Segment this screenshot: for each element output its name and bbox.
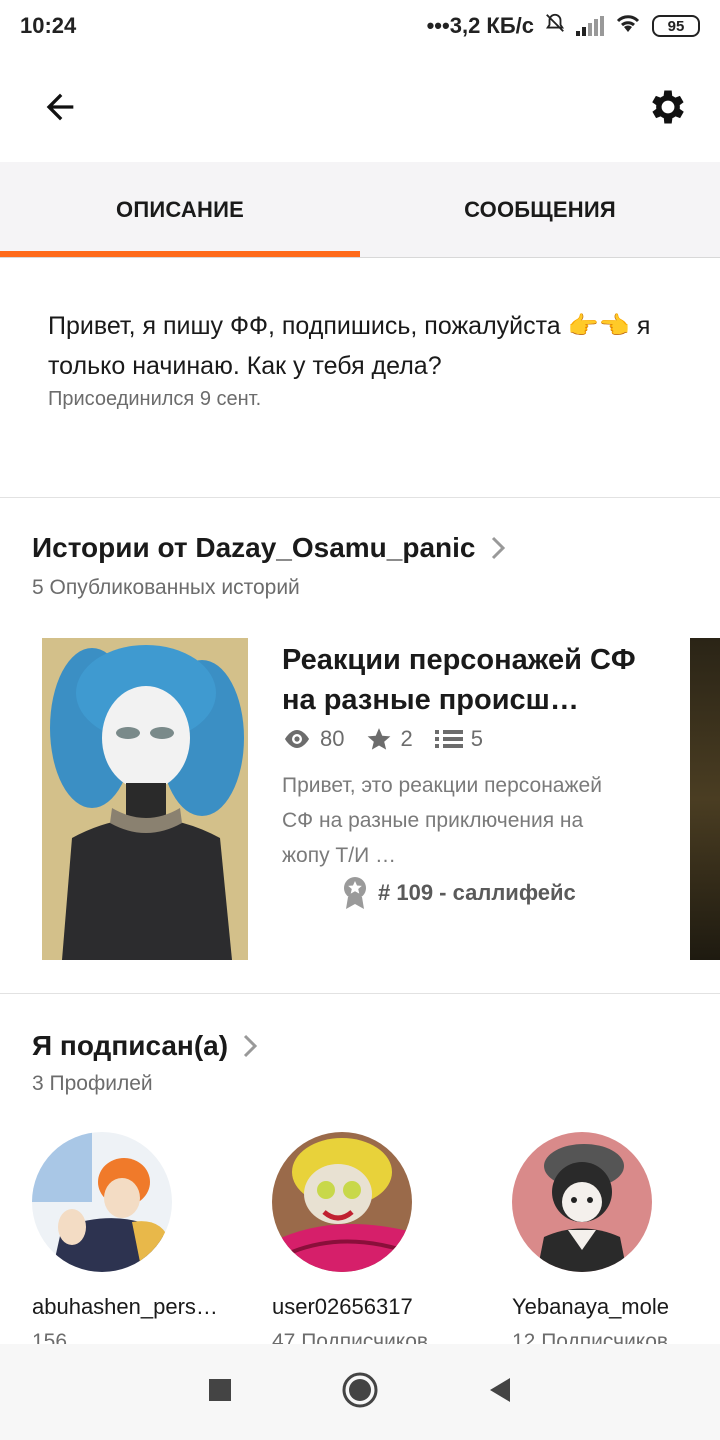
chevron-right-icon: [244, 1034, 258, 1058]
parts-count: 5: [470, 726, 483, 751]
tab-description[interactable]: ОПИСАНИЕ: [0, 162, 360, 257]
mute-bell-icon: [544, 12, 566, 40]
chevron-right-icon: [491, 536, 505, 560]
back-button[interactable]: [36, 83, 84, 131]
following-section-title: Я подписан(а): [32, 1030, 229, 1061]
story-votes: 2: [366, 726, 413, 752]
square-icon: [209, 1378, 231, 1401]
list-icon: [434, 730, 463, 748]
avatar: [512, 1132, 652, 1272]
app-bar: [0, 52, 720, 162]
status-bar: 10:24 •••3,2 КБ/с 95: [0, 0, 720, 52]
avatar: [32, 1132, 172, 1272]
story-description: Привет, это реакции персонажей СФ на раз…: [282, 774, 602, 867]
recents-button[interactable]: [208, 1378, 232, 1407]
settings-button[interactable]: [644, 83, 692, 131]
triangle-back-icon: [490, 1377, 510, 1402]
circle-icon: [342, 1372, 378, 1407]
stories-section-title: Истории от Dazay_Osamu_panic: [32, 532, 476, 563]
home-button[interactable]: [342, 1372, 378, 1413]
joined-date: Присоединился 9 сент.: [48, 388, 262, 410]
tab-description-label: ОПИСАНИЕ: [116, 196, 244, 222]
battery-icon: 95: [652, 15, 700, 37]
divider: [0, 993, 720, 994]
gear-icon: [652, 90, 684, 124]
eye-icon: [285, 730, 309, 748]
award-ribbon-icon: [344, 877, 366, 909]
rank-label: # 109 - саллифейс: [378, 880, 576, 905]
tab-bar: ОПИСАНИЕ СООБЩЕНИЯ: [0, 162, 720, 258]
profile-card[interactable]: Yebanaya_mole 12 Подписчиков: [512, 1132, 712, 1354]
back-nav-button[interactable]: [488, 1377, 512, 1408]
story-rank: # 109 - саллифейс: [342, 876, 576, 910]
arrow-back-icon: [46, 93, 74, 121]
avatar: [272, 1132, 412, 1272]
signal-icon: [576, 16, 604, 36]
profile-card[interactable]: abuhashen_pers… 156: [32, 1132, 232, 1354]
votes-count: 2: [400, 726, 413, 751]
story-cover-image[interactable]: [42, 638, 248, 960]
story-parts: 5: [434, 726, 483, 752]
profile-name: abuhashen_pers…: [32, 1294, 218, 1319]
profile-description: Привет, я пишу ФФ, подпишись, пожалуйста…: [48, 312, 651, 380]
profile-name: user02656317: [272, 1294, 413, 1319]
network-speed: •••3,2 КБ/с: [426, 13, 534, 38]
following-section-header[interactable]: Я подписан(а): [32, 1030, 260, 1062]
profile-description-block: Привет, я пишу ФФ, подпишись, пожалуйста…: [48, 306, 688, 411]
status-time: 10:24: [20, 13, 77, 38]
stories-section-header[interactable]: Истории от Dazay_Osamu_panic: [32, 532, 508, 564]
star-icon: [368, 728, 391, 750]
story-views: 80: [282, 726, 344, 752]
profile-name: Yebanaya_mole: [512, 1294, 669, 1319]
profile-card[interactable]: user02656317 47 Подписчиков: [272, 1132, 472, 1354]
story-title[interactable]: Реакции персонажей СФ на разные происш…: [282, 640, 652, 720]
system-nav-bar: [0, 1344, 720, 1440]
following-count: 3 Профилей: [32, 1072, 153, 1095]
tab-messages[interactable]: СООБЩЕНИЯ: [360, 162, 720, 257]
status-indicators: •••3,2 КБ/с 95: [427, 12, 700, 40]
wifi-icon: [614, 12, 642, 40]
story-stats: 80 2 5: [282, 726, 495, 752]
tab-messages-label: СООБЩЕНИЯ: [464, 196, 616, 222]
divider: [0, 497, 720, 498]
next-story-cover-image[interactable]: [690, 638, 720, 960]
stories-count: 5 Опубликованных историй: [32, 576, 300, 599]
views-count: 80: [320, 726, 345, 751]
